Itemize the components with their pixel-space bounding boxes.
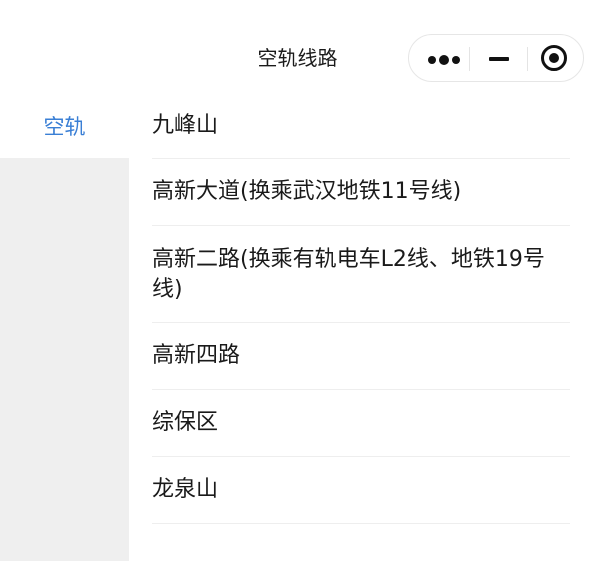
station-name: 高新大道(换乘武汉地铁11号线) [152, 179, 462, 204]
menu-capsule [408, 34, 584, 82]
station-item[interactable]: 九峰山 [152, 93, 570, 159]
station-name: 高新二路(换乘有轨电车L2线、地铁19号线) [152, 247, 545, 302]
station-name: 龙泉山 [152, 477, 219, 502]
page: 空轨线路 空轨 九峰山 高新大道(换乘武汉地铁11号线) 高新二路(换乘有轨电车… [0, 0, 595, 561]
minimize-icon [489, 57, 509, 61]
station-name: 综保区 [152, 410, 219, 435]
station-item[interactable]: 高新四路 [152, 323, 570, 390]
station-list: 九峰山 高新大道(换乘武汉地铁11号线) 高新二路(换乘有轨电车L2线、地铁19… [152, 93, 570, 524]
station-name: 高新四路 [152, 343, 241, 368]
category-sidebar: 空轨 [0, 93, 129, 561]
navigation-bar: 空轨线路 [0, 0, 595, 100]
station-name: 九峰山 [152, 112, 219, 138]
target-close-icon-center [549, 53, 559, 63]
close-button[interactable] [527, 35, 585, 81]
station-item[interactable]: 龙泉山 [152, 457, 570, 524]
more-dots-icon [428, 55, 462, 65]
station-item[interactable]: 高新大道(换乘武汉地铁11号线) [152, 159, 570, 226]
station-item[interactable]: 综保区 [152, 390, 570, 457]
sidebar-item-label: 空轨 [43, 114, 86, 139]
sidebar-item-kongui[interactable]: 空轨 [0, 93, 129, 158]
minimize-button[interactable] [469, 35, 527, 81]
more-button[interactable] [413, 35, 471, 81]
station-item[interactable]: 高新二路(换乘有轨电车L2线、地铁19号线) [152, 226, 570, 323]
